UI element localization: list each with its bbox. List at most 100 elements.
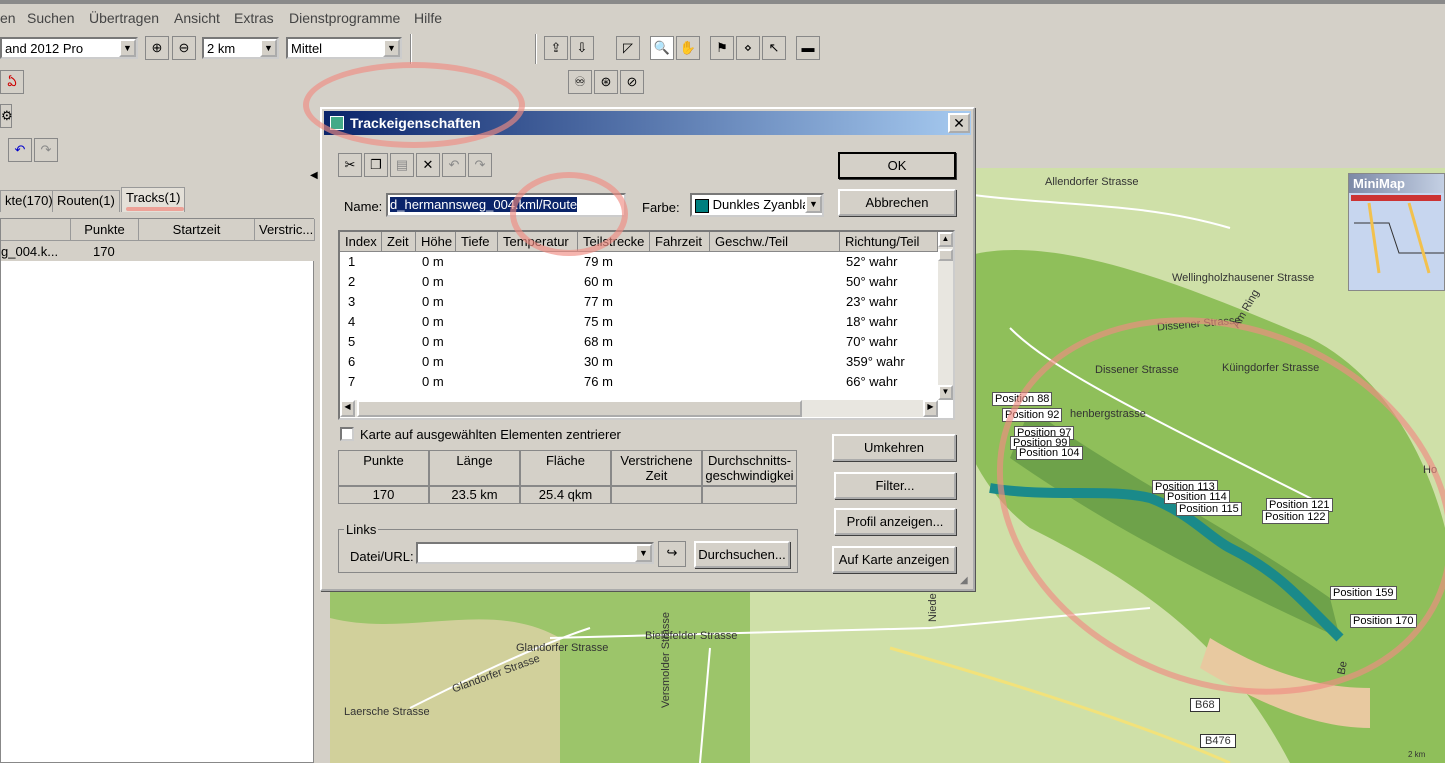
browse-button[interactable]: Durchsuchen... <box>694 541 790 568</box>
find-route-icon[interactable]: ⊘ <box>620 70 644 94</box>
table-row[interactable]: 2 0 m 60 m 50° wahr <box>340 272 938 292</box>
scroll-left-icon[interactable]: ◀ <box>340 400 355 417</box>
minimap[interactable]: MiniMap <box>1348 173 1445 291</box>
pointer-icon[interactable]: ↖ <box>762 36 786 60</box>
column-header-altitude[interactable]: Höhe <box>416 232 456 252</box>
table-cell: 0 m <box>422 354 444 369</box>
scroll-up-icon[interactable]: ▲ <box>938 232 953 247</box>
zoom-select[interactable]: 2 km ▼ <box>202 37 279 59</box>
show-on-map-button[interactable]: Auf Karte anzeigen <box>832 546 956 573</box>
profile-button[interactable]: Profil anzeigen... <box>834 508 956 535</box>
delete-icon[interactable]: ✕ <box>416 153 440 177</box>
cut-icon[interactable]: ✂ <box>338 153 362 177</box>
column-header-index[interactable]: Index <box>340 232 382 252</box>
menu-extras[interactable]: Extras <box>234 10 274 26</box>
table-row[interactable]: 1 0 m 79 m 52° wahr <box>340 252 938 272</box>
center-map-checkbox[interactable] <box>340 427 354 441</box>
open-link-icon[interactable]: ↪ <box>658 541 686 567</box>
track-tool-icon[interactable]: ఏ <box>0 70 24 94</box>
scroll-thumb[interactable] <box>357 400 802 417</box>
table-cell: 3 <box>348 294 356 309</box>
paste-icon[interactable]: ▤ <box>390 153 414 177</box>
tab-routes[interactable]: Routen(1) <box>52 190 120 212</box>
column-header-leg-speed[interactable]: Geschw./Teil <box>710 232 840 252</box>
column-header-depth[interactable]: Tiefe <box>456 232 498 252</box>
redo-icon[interactable]: ↷ <box>34 138 58 162</box>
table-row[interactable]: 3 0 m 77 m 23° wahr <box>340 292 938 312</box>
zoom-in-icon[interactable]: ⊕ <box>145 36 169 60</box>
chevron-down-icon[interactable]: ▼ <box>383 39 400 57</box>
color-select[interactable]: Dunkles Zyanbla ▼ <box>690 193 824 217</box>
ruler-icon[interactable]: ▬ <box>796 36 820 60</box>
menu-help[interactable]: Hilfe <box>414 10 442 26</box>
column-header-time[interactable]: Zeit <box>382 232 416 252</box>
collapse-arrow-icon[interactable]: ◀ <box>310 170 318 181</box>
send-to-device-icon[interactable]: ⇩ <box>570 36 594 60</box>
file-url-input[interactable]: ▼ <box>416 542 654 564</box>
ok-button[interactable]: OK <box>838 152 956 179</box>
scroll-thumb[interactable] <box>938 249 953 261</box>
menu-view[interactable]: Ansicht <box>174 10 220 26</box>
map-product-select[interactable]: and 2012 Pro ▼ <box>0 37 138 59</box>
chevron-down-icon[interactable]: ▼ <box>260 39 277 57</box>
resize-grip-icon[interactable]: ◢ <box>960 575 968 586</box>
chevron-down-icon[interactable]: ▼ <box>635 544 652 562</box>
vertical-scrollbar[interactable]: ▲ ▼ <box>938 232 953 400</box>
waypoint-flag-icon[interactable]: ⚑ <box>710 36 734 60</box>
stat-value-length: 23.5 km <box>429 486 520 504</box>
select-area-icon[interactable]: ◸ <box>616 36 640 60</box>
table-cell: 0 m <box>422 294 444 309</box>
horizontal-scrollbar[interactable]: ◀ ▶ <box>340 400 938 417</box>
redo-icon[interactable]: ↷ <box>468 153 492 177</box>
find-nearby-icon[interactable]: ⊛ <box>594 70 618 94</box>
filter-button[interactable]: Filter... <box>834 472 956 499</box>
chevron-down-icon[interactable]: ▼ <box>805 195 822 213</box>
undo-icon[interactable]: ↶ <box>8 138 32 162</box>
street-label: Versmolder Strasse <box>660 612 672 708</box>
menu-bar: en Suchen Übertragen Ansicht Extras Dien… <box>0 0 1445 38</box>
column-header-points[interactable]: Punkte <box>71 219 139 241</box>
tab-waypoints[interactable]: kte(170) <box>0 190 58 212</box>
zoom-out-icon[interactable]: ⊖ <box>172 36 196 60</box>
copy-icon[interactable]: ❐ <box>364 153 388 177</box>
chevron-down-icon[interactable]: ▼ <box>119 39 136 57</box>
scroll-right-icon[interactable]: ▶ <box>923 400 938 417</box>
magnifier-icon[interactable]: 🔍 <box>650 36 674 60</box>
scroll-down-icon[interactable]: ▼ <box>938 385 953 400</box>
receive-from-device-icon[interactable]: ⇪ <box>544 36 568 60</box>
table-cell: 68 m <box>584 334 613 349</box>
menu-file[interactable]: en <box>0 10 16 26</box>
road-badge-b476: B476 <box>1200 734 1236 748</box>
table-cell: 52° wahr <box>846 254 898 269</box>
table-cell: 77 m <box>584 294 613 309</box>
menu-transfer[interactable]: Übertragen <box>89 10 159 26</box>
minimap-title: MiniMap <box>1349 174 1444 193</box>
table-row[interactable]: 4 0 m 75 m 18° wahr <box>340 312 938 332</box>
column-header-start[interactable]: Startzeit <box>139 219 255 241</box>
undo-icon[interactable]: ↶ <box>442 153 466 177</box>
table-row[interactable]: g_004.k... 170 <box>1 241 315 261</box>
stat-header-elapsed: Verstrichene Zeit <box>611 450 702 486</box>
route-tool-icon[interactable]: ⋄ <box>736 36 760 60</box>
reverse-button[interactable]: Umkehren <box>832 434 956 461</box>
annotation-underline-tracks <box>126 207 184 211</box>
column-header-name[interactable] <box>1 219 71 241</box>
table-row[interactable]: 5 0 m 68 m 70° wahr <box>340 332 938 352</box>
column-header-elapsed[interactable]: Verstric... <box>255 219 315 241</box>
close-icon[interactable]: ✕ <box>948 113 970 133</box>
stat-header-avg-speed: Durchschnitts-geschwindigkeit <box>702 450 797 498</box>
column-header-travel-time[interactable]: Fahrzeit <box>650 232 710 252</box>
gear-icon[interactable]: ⚙ <box>0 104 13 128</box>
binoculars-icon[interactable]: ♾ <box>568 70 592 94</box>
table-row[interactable]: 7 0 m 76 m 66° wahr <box>340 372 938 392</box>
menu-utilities[interactable]: Dienstprogramme <box>289 10 400 26</box>
cancel-button[interactable]: Abbrechen <box>838 189 956 216</box>
stat-header-length: Länge <box>429 450 520 486</box>
hand-pan-icon[interactable]: ✋ <box>676 36 700 60</box>
table-cell: 66° wahr <box>846 374 898 389</box>
name-label: Name: <box>344 199 383 214</box>
menu-search[interactable]: Suchen <box>27 10 74 26</box>
table-row[interactable]: 6 0 m 30 m 359° wahr <box>340 352 938 372</box>
column-header-leg-course[interactable]: Richtung/Teil <box>840 232 938 252</box>
detail-select[interactable]: Mittel ▼ <box>286 37 402 59</box>
